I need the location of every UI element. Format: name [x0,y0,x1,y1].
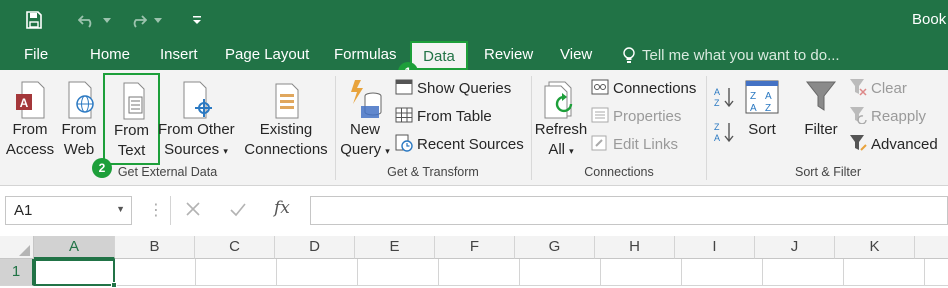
existing-connections-icon [270,80,302,120]
cancel-icon[interactable] [184,200,202,223]
other-sources-icon [180,80,213,120]
group-label-get-transform: Get & Transform [387,165,479,179]
column-header-h[interactable]: H [595,236,675,259]
text-file-icon [116,81,148,121]
existing-connections-button[interactable]: Existing Connections [240,76,332,162]
tab-page-layout[interactable]: Page Layout [225,40,309,70]
show-queries-button[interactable]: Show Queries [395,78,511,100]
redo-dropdown-icon[interactable] [152,8,164,32]
dropdown-arrow-icon: ▾ [223,146,228,156]
tab-home[interactable]: Home [90,40,130,70]
reapply-icon [849,106,867,129]
column-header-k[interactable]: K [835,236,915,259]
svg-text:Z: Z [714,122,720,132]
connections-icon [591,79,609,100]
advanced-filter-button[interactable]: Advanced [849,134,938,156]
recent-sources-icon [395,134,413,157]
column-header-j[interactable]: J [755,236,835,259]
from-access-button[interactable]: A From Access [5,76,55,162]
select-all-corner[interactable] [0,236,34,259]
new-query-icon [347,78,383,120]
tab-formulas[interactable]: Formulas [334,40,397,70]
svg-text:A: A [750,103,757,114]
save-icon[interactable] [22,8,46,32]
insert-function-icon[interactable]: fx [274,198,290,218]
column-header-e[interactable]: E [355,236,435,259]
tab-view[interactable]: View [560,40,592,70]
svg-text:A: A [765,91,772,102]
group-label-get-external-data: Get External Data [117,165,218,179]
refresh-icon [543,78,579,120]
new-query-button[interactable]: New Query ▾ [338,76,392,162]
column-header-b[interactable]: B [115,236,195,259]
lightbulb-icon [622,47,636,70]
tab-data[interactable]: Data [410,41,468,70]
sort-dialog-icon: ZAAZ [745,80,779,114]
sort-a-to-z-icon[interactable]: AZ [713,86,735,113]
customize-qat-icon[interactable] [190,8,204,32]
refresh-all-button[interactable]: Refresh All ▾ [534,76,588,162]
properties-button: Properties [591,106,681,128]
filter-button[interactable]: Filter [798,76,844,162]
sort-z-to-a-icon[interactable]: ZA [713,121,735,148]
window-title: Book [912,11,947,28]
undo-icon[interactable] [76,8,98,32]
show-queries-icon [395,79,413,100]
svg-text:A: A [714,133,720,143]
web-globe-icon [63,80,95,120]
column-header-d[interactable]: D [275,236,355,259]
filter-funnel-icon [805,80,837,114]
tab-review[interactable]: Review [484,40,533,70]
from-web-button[interactable]: From Web [58,76,100,162]
column-header-f[interactable]: F [435,236,515,259]
name-box-dropdown-icon[interactable]: ▼ [116,204,125,214]
redo-icon[interactable] [127,8,149,32]
sort-button[interactable]: ZAAZ Sort [740,76,784,162]
column-header-partial[interactable] [915,236,948,259]
svg-text:Z: Z [750,91,756,102]
clear-filter-button: Clear [849,78,907,100]
access-file-icon: A [14,80,46,120]
dropdown-arrow-icon: ▾ [385,146,390,156]
reapply-button: Reapply [849,106,926,128]
column-header-g[interactable]: G [515,236,595,259]
column-header-c[interactable]: C [195,236,275,259]
row-1-cells[interactable] [34,259,948,286]
enter-icon[interactable] [229,200,247,223]
cell-a1-selected[interactable] [34,259,115,286]
connections-button[interactable]: Connections [591,78,696,100]
from-other-sources-button[interactable]: From Other Sources ▾ [158,76,235,162]
svg-text:A: A [714,87,720,97]
column-header-a[interactable]: A [34,236,115,259]
tab-insert[interactable]: Insert [160,40,198,70]
fill-handle[interactable] [111,282,117,288]
name-box[interactable]: A1 ▼ [5,196,132,225]
tab-file[interactable]: File [24,40,48,70]
edit-links-icon [591,135,609,156]
tell-me-box[interactable]: Tell me what you want to do... [642,47,840,64]
recent-sources-button[interactable]: Recent Sources [395,134,524,156]
from-table-button[interactable]: From Table [395,106,492,128]
group-separator [531,76,532,180]
group-separator [335,76,336,180]
formula-input[interactable] [310,196,948,225]
column-header-i[interactable]: I [675,236,755,259]
svg-text:A: A [20,96,29,110]
row-header-1[interactable]: 1 [0,259,34,286]
group-separator [706,76,707,180]
properties-icon [591,107,609,128]
dropdown-arrow-icon: ▾ [569,146,574,156]
svg-text:Z: Z [765,103,771,114]
resize-handle-icon[interactable]: ⋮ [148,200,164,220]
undo-dropdown-icon[interactable] [101,8,113,32]
table-icon [395,107,413,128]
svg-text:Z: Z [714,98,720,108]
edit-links-button: Edit Links [591,134,678,156]
from-text-button[interactable]: From Text [103,73,160,165]
advanced-filter-icon [849,134,867,157]
group-label-sort-filter: Sort & Filter [795,165,861,179]
clear-filter-icon [849,78,867,101]
group-label-connections: Connections [584,165,654,179]
